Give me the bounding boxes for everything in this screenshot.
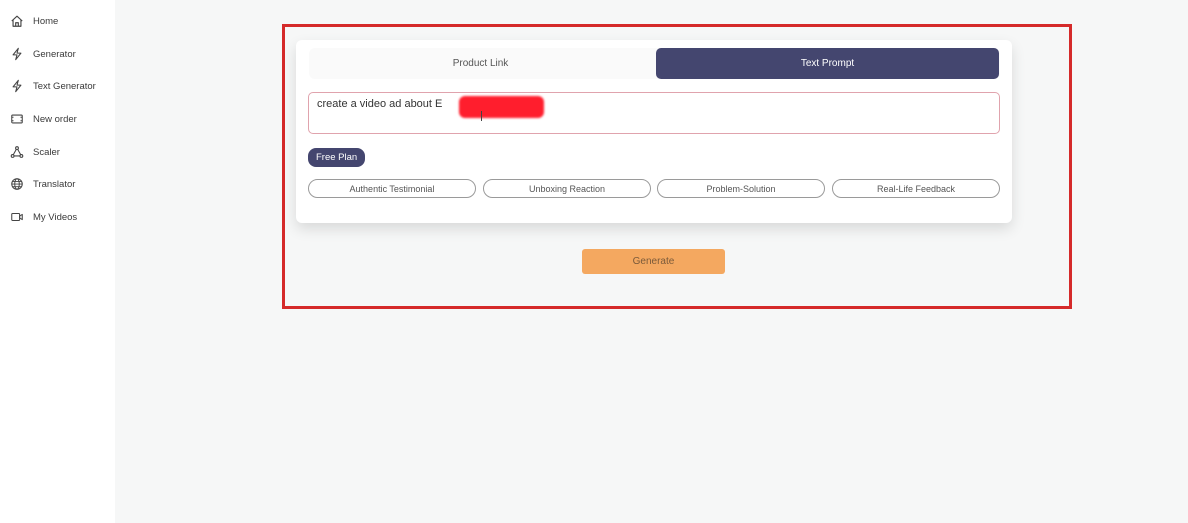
home-icon	[10, 14, 24, 28]
sidebar-item-label: Home	[33, 15, 59, 27]
sidebar-item-my-videos[interactable]: My Videos	[10, 207, 77, 227]
prompt-input[interactable]: create a video ad about E	[308, 92, 1000, 134]
bolt-icon	[10, 47, 24, 61]
sidebar-item-translator[interactable]: Translator	[10, 174, 75, 194]
sidebar-item-text-generator[interactable]: Text Generator	[10, 76, 96, 96]
film-icon	[10, 112, 24, 126]
sidebar-item-home[interactable]: Home	[10, 11, 58, 31]
sidebar-item-label: Scaler	[33, 146, 60, 158]
sidebar-item-label: Text Generator	[33, 80, 96, 92]
free-plan-badge[interactable]: Free Plan	[308, 148, 366, 167]
redaction-mark	[459, 96, 544, 118]
tab-text-prompt[interactable]: Text Prompt	[656, 48, 999, 79]
style-chips: Authentic Testimonial Unboxing Reaction …	[308, 179, 1001, 198]
sidebar: Home Generator Text Generator New order …	[0, 0, 115, 523]
chip-real-life-feedback[interactable]: Real-Life Feedback	[832, 179, 1000, 198]
mode-tabs: Product Link Text Prompt	[309, 48, 1000, 79]
chip-unboxing-reaction[interactable]: Unboxing Reaction	[483, 179, 651, 198]
globe-icon	[10, 177, 24, 191]
sidebar-item-label: Generator	[33, 48, 76, 60]
video-icon	[10, 210, 24, 224]
generate-button[interactable]: Generate	[582, 249, 725, 274]
prompt-card: Product Link Text Prompt create a video …	[296, 40, 1012, 223]
sidebar-item-generator[interactable]: Generator	[10, 44, 76, 64]
text-caret	[481, 111, 482, 121]
sidebar-item-label: New order	[33, 113, 77, 125]
chip-authentic-testimonial[interactable]: Authentic Testimonial	[308, 179, 476, 198]
sidebar-item-new-order[interactable]: New order	[10, 109, 77, 129]
bolt-icon	[10, 79, 24, 93]
sidebar-item-label: Translator	[33, 178, 76, 190]
tab-product-link[interactable]: Product Link	[309, 48, 652, 79]
chip-problem-solution[interactable]: Problem-Solution	[657, 179, 825, 198]
prompt-input-text: create a video ad about E	[317, 98, 443, 110]
sidebar-item-label: My Videos	[33, 211, 78, 223]
network-icon	[10, 145, 24, 159]
sidebar-item-scaler[interactable]: Scaler	[10, 142, 60, 162]
